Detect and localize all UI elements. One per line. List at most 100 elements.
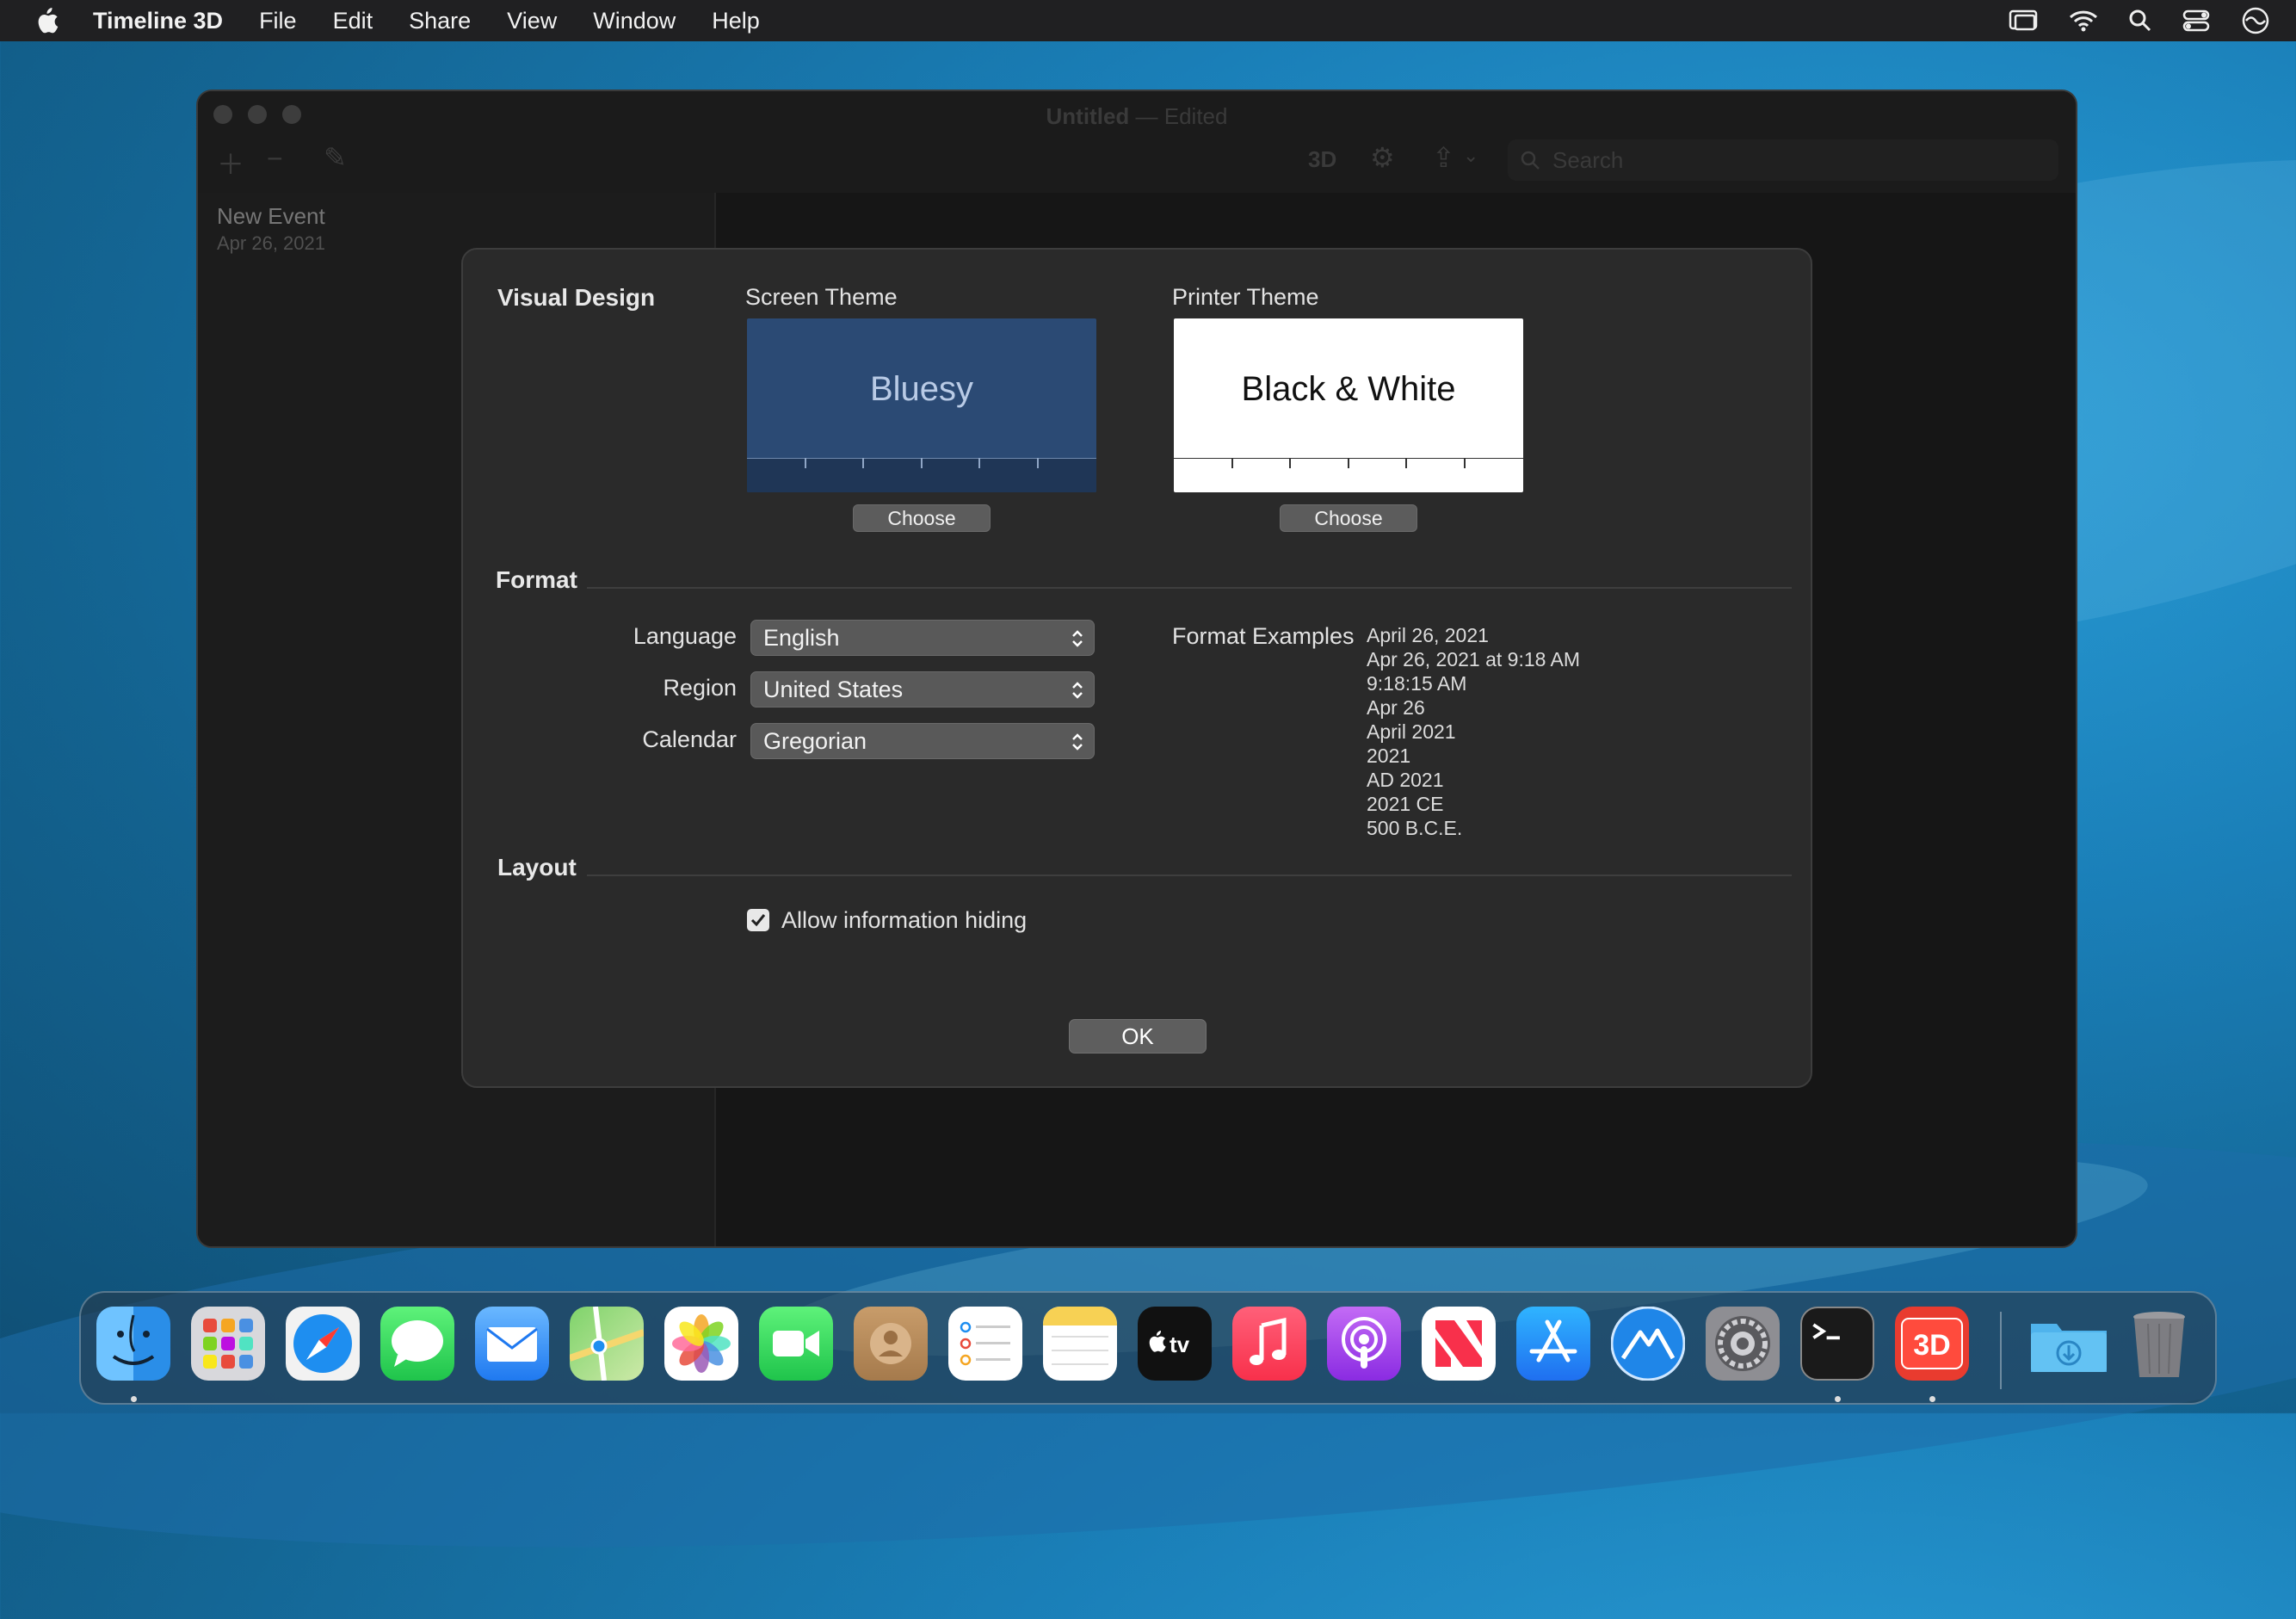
chevron-updown-icon <box>1072 682 1083 699</box>
add-icon[interactable]: ＋ <box>217 143 244 182</box>
terminal-icon[interactable] <box>1800 1307 1874 1381</box>
facetime-icon[interactable] <box>759 1307 833 1381</box>
timeline-3d-icon[interactable]: 3D <box>1895 1307 1969 1381</box>
format-separator <box>587 587 1792 589</box>
podcasts-icon[interactable] <box>1327 1307 1401 1381</box>
running-indicator <box>131 1396 137 1402</box>
allow-hiding-label[interactable]: Allow information hiding <box>781 907 1027 934</box>
pencil-icon[interactable]: ✎ <box>324 141 347 174</box>
maps-icon[interactable] <box>570 1307 644 1381</box>
siri-icon[interactable] <box>2241 6 2270 35</box>
screen-theme-choose-button[interactable]: Choose <box>853 504 991 532</box>
checkmark-icon <box>750 914 766 927</box>
format-heading: Format <box>496 566 577 593</box>
chevron-updown-icon <box>1072 733 1083 751</box>
settings-gear-icon <box>1715 1316 1770 1371</box>
format-example: Apr 26, 2021 at 9:18 AM <box>1367 648 1581 670</box>
calendar-select[interactable]: Gregorian <box>750 723 1095 759</box>
photos-icon[interactable] <box>664 1307 738 1381</box>
window-title-separator: — <box>1135 103 1158 129</box>
format-example: 2021 CE <box>1367 793 1444 815</box>
format-example: AD 2021 <box>1367 769 1444 791</box>
trash-icon[interactable] <box>2122 1307 2196 1381</box>
control-center-icon[interactable] <box>2182 9 2210 32</box>
messages-icon[interactable] <box>380 1307 454 1381</box>
notepad-icon <box>1043 1307 1117 1365</box>
window-title: Untitled — Edited <box>198 103 2076 130</box>
timeline-3d-label: 3D <box>1913 1329 1950 1362</box>
region-select[interactable]: United States <box>750 671 1095 708</box>
dock-separator <box>2000 1312 2002 1389</box>
spotlight-search-icon[interactable] <box>2129 9 2151 32</box>
remove-icon[interactable]: − <box>267 143 283 175</box>
news-n-icon <box>1435 1320 1482 1367</box>
launchpad-icon[interactable] <box>191 1307 265 1381</box>
region-label: Region <box>663 675 737 701</box>
share-icon[interactable]: ⇪ <box>1432 141 1455 174</box>
map-pin-icon <box>570 1307 644 1381</box>
window-title-name: Untitled <box>1046 103 1130 129</box>
app-store-icon[interactable] <box>1516 1307 1590 1381</box>
gear-icon[interactable]: ⚙ <box>1370 141 1395 174</box>
printer-theme-choose-button[interactable]: Choose <box>1280 504 1417 532</box>
document-settings-sheet: Visual Design Screen Theme Bluesy Choose… <box>461 248 1812 1088</box>
allow-hiding-checkbox[interactable] <box>747 909 769 931</box>
menu-help[interactable]: Help <box>712 8 760 34</box>
mountain-icon <box>1611 1307 1685 1381</box>
contacts-icon[interactable] <box>854 1307 928 1381</box>
safari-icon[interactable] <box>286 1307 360 1381</box>
news-icon[interactable] <box>1422 1307 1496 1381</box>
finder-face-icon <box>112 1314 155 1365</box>
menu-view[interactable]: View <box>507 8 557 34</box>
tv-logo-icon: tv <box>1149 1331 1190 1357</box>
screen-theme-preview: Bluesy <box>747 318 1096 492</box>
language-select[interactable]: English <box>750 620 1095 656</box>
layout-heading: Layout <box>497 854 577 881</box>
envelope-icon <box>486 1327 538 1362</box>
calendar-label: Calendar <box>642 726 737 752</box>
dock: tv 3D <box>79 1291 2217 1405</box>
search-field[interactable]: Search <box>1508 139 2058 181</box>
mail-icon[interactable] <box>475 1307 549 1381</box>
podcast-broadcast-icon <box>1342 1317 1386 1369</box>
system-preferences-icon[interactable] <box>1706 1307 1780 1381</box>
toolbar-3d-button[interactable]: 3D <box>1308 146 1336 173</box>
printer-theme-name: Black & White <box>1241 370 1456 408</box>
menu-bar: Timeline 3D File Edit Share View Window … <box>0 0 2296 41</box>
menu-edit[interactable]: Edit <box>333 8 373 34</box>
window-title-status: Edited <box>1163 103 1228 129</box>
format-examples-list: April 26, 2021 Apr 26, 2021 at 9:18 AM 9… <box>1367 623 1580 840</box>
person-icon <box>870 1323 911 1364</box>
timeline-companion-icon[interactable] <box>1611 1307 1685 1381</box>
app-store-a-icon <box>1529 1319 1577 1363</box>
finder-icon[interactable] <box>96 1307 170 1381</box>
reminders-icon[interactable] <box>948 1307 1022 1381</box>
trash-can-icon <box>2133 1312 2185 1377</box>
apple-tv-icon[interactable]: tv <box>1138 1307 1212 1381</box>
sidebar-event-title[interactable]: New Event <box>217 203 325 230</box>
timeline-ruler <box>1174 458 1523 468</box>
menu-share[interactable]: Share <box>409 8 471 34</box>
checklist-icon <box>960 1321 1010 1366</box>
format-example: 9:18:15 AM <box>1367 672 1467 695</box>
search-icon <box>1521 151 1540 170</box>
menu-file[interactable]: File <box>259 8 297 34</box>
video-camera-icon <box>773 1331 819 1356</box>
search-placeholder: Search <box>1552 146 1624 173</box>
apple-menu-icon[interactable] <box>36 8 59 34</box>
downloads-folder-icon[interactable] <box>2028 1307 2110 1381</box>
menu-window[interactable]: Window <box>593 8 676 34</box>
wifi-icon[interactable] <box>2069 9 2098 32</box>
music-icon[interactable] <box>1232 1307 1306 1381</box>
menu-app-name[interactable]: Timeline 3D <box>93 8 223 34</box>
ok-button[interactable]: OK <box>1069 1019 1207 1054</box>
chevron-down-icon[interactable]: ⌄ <box>1463 145 1478 167</box>
format-examples-label: Format Examples <box>1172 623 1355 649</box>
screen-theme-label: Screen Theme <box>745 284 898 310</box>
printer-theme-preview: Black & White <box>1174 318 1523 492</box>
format-example: 2021 <box>1367 745 1411 767</box>
screen-mirroring-icon[interactable] <box>2009 9 2038 33</box>
format-example: April 26, 2021 <box>1367 624 1489 646</box>
notes-icon[interactable] <box>1043 1307 1117 1381</box>
language-label: Language <box>633 623 737 649</box>
